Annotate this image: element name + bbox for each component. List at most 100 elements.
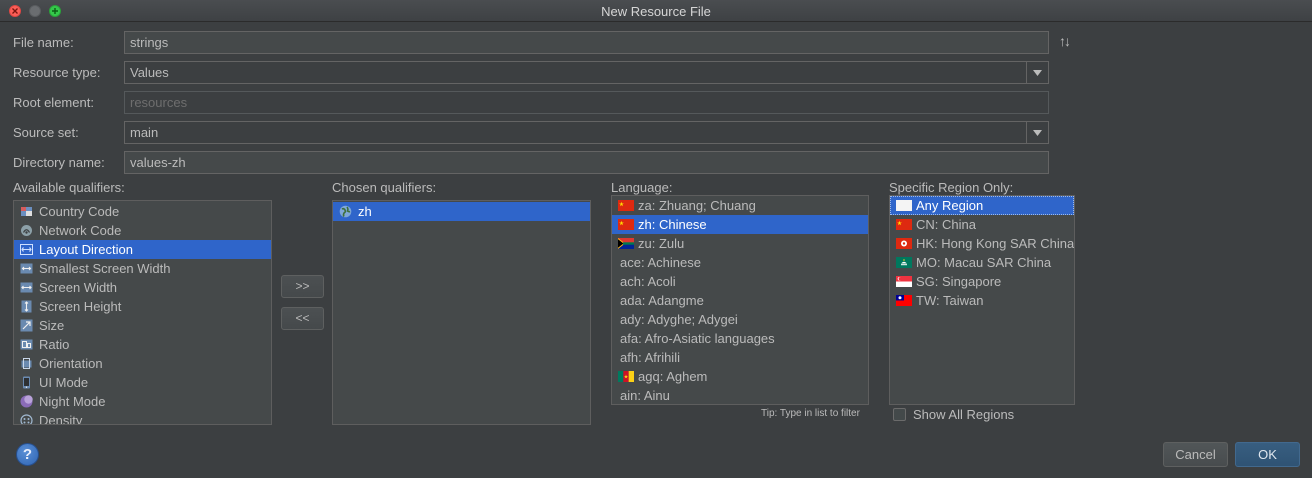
qualifier-item-ui-mode[interactable]: UI Mode: [14, 373, 271, 392]
list-item-label: agq: Aghem: [638, 369, 708, 384]
qualifier-item-layout-direction[interactable]: Layout Direction: [14, 240, 271, 259]
list-item-label: Screen Width: [39, 280, 118, 295]
language-item[interactable]: ain: Ainu: [612, 386, 868, 404]
screen-height-icon: [20, 300, 33, 313]
list-item-label: afa: Afro-Asiatic languages: [620, 331, 775, 346]
country-code-icon: [20, 205, 33, 218]
smallest-width-icon: [20, 262, 33, 275]
qualifier-item-network-code[interactable]: Network Code: [14, 221, 271, 240]
language-item[interactable]: zu: Zulu: [612, 234, 868, 253]
list-item-label: Layout Direction: [39, 242, 133, 257]
qualifier-item-country-code[interactable]: Country Code: [14, 202, 271, 221]
resource-type-value: Values: [130, 65, 169, 80]
list-item-label: Size: [39, 318, 65, 333]
list-item-label: UI Mode: [39, 375, 89, 390]
list-item-label: Density: [39, 413, 83, 425]
qualifier-item-night-mode[interactable]: Night Mode: [14, 392, 271, 411]
language-item[interactable]: za: Zhuang; Chuang: [612, 196, 868, 215]
qualifier-item-ratio[interactable]: Ratio: [14, 335, 271, 354]
ok-button[interactable]: OK: [1235, 442, 1300, 467]
chevron-down-icon[interactable]: [1026, 62, 1048, 83]
qualifier-item-screen-width[interactable]: Screen Width: [14, 278, 271, 297]
region-item[interactable]: Any Region: [890, 196, 1074, 215]
list-item-label: zh: [358, 204, 372, 219]
region-item[interactable]: MO: Macau SAR China: [890, 253, 1074, 272]
macau-flag-icon: [896, 257, 912, 268]
list-item-label: Screen Height: [39, 299, 122, 314]
size-icon: [20, 319, 33, 332]
globe-icon: [339, 205, 352, 218]
file-name-input[interactable]: strings: [124, 31, 1049, 54]
directory-name-label: Directory name:: [13, 155, 105, 170]
list-item-label: HK: Hong Kong SAR China: [916, 236, 1075, 251]
source-set-select[interactable]: main: [124, 121, 1049, 144]
list-item-label: ada: Adangme: [620, 293, 704, 308]
list-item-label: Ratio: [39, 337, 70, 352]
chevron-down-icon[interactable]: [1026, 122, 1048, 143]
density-icon: [20, 414, 33, 424]
show-all-regions-option[interactable]: Show All Regions: [893, 407, 1014, 422]
region-list[interactable]: Any Region CN: China HK: Hong Kong SAR C…: [889, 195, 1075, 405]
directory-name-input[interactable]: values-zh: [124, 151, 1049, 174]
source-set-label: Source set:: [13, 125, 79, 140]
qualifier-item-size[interactable]: Size: [14, 316, 271, 335]
list-item-label: Country Code: [39, 204, 120, 219]
hong-kong-flag-icon: [896, 238, 912, 249]
qualifier-item-screen-height[interactable]: Screen Height: [14, 297, 271, 316]
region-item[interactable]: HK: Hong Kong SAR China: [890, 234, 1074, 253]
file-name-label: File name:: [13, 35, 74, 50]
chosen-item-zh[interactable]: zh: [333, 202, 590, 221]
sort-arrows-icon[interactable]: ↑↓: [1059, 33, 1071, 49]
resource-type-select[interactable]: Values: [124, 61, 1049, 84]
language-item[interactable]: afh: Afrihili: [612, 348, 868, 367]
language-item[interactable]: zh: Chinese: [612, 215, 868, 234]
list-item-label: Smallest Screen Width: [39, 261, 171, 276]
list-item-label: ady: Adyghe; Adygei: [620, 312, 738, 327]
china-flag-icon: [618, 200, 634, 211]
singapore-flag-icon: [896, 276, 912, 287]
language-item[interactable]: ace: Achinese: [612, 253, 868, 272]
language-label: Language:: [611, 180, 673, 195]
help-button[interactable]: ?: [16, 443, 39, 466]
title-bar: New Resource File: [0, 0, 1312, 22]
root-element-input: resources: [124, 91, 1049, 114]
cancel-button[interactable]: Cancel: [1163, 442, 1228, 467]
orientation-icon: [20, 357, 33, 370]
language-item[interactable]: ady: Adyghe; Adygei: [612, 310, 868, 329]
list-item-label: zh: Chinese: [638, 217, 707, 232]
qualifier-item-orientation[interactable]: Orientation: [14, 354, 271, 373]
region-item[interactable]: CN: China: [890, 215, 1074, 234]
night-mode-icon: [20, 395, 33, 408]
list-item-label: Network Code: [39, 223, 122, 238]
layout-direction-icon: [20, 243, 33, 256]
china-flag-icon: [618, 219, 634, 230]
ui-mode-icon: [20, 376, 33, 389]
remove-qualifier-button[interactable]: <<: [281, 307, 324, 330]
list-item-label: ain: Ainu: [620, 388, 670, 403]
list-item-label: ach: Acoli: [620, 274, 676, 289]
list-item-label: zu: Zulu: [638, 236, 685, 251]
language-list[interactable]: za: Zhuang; Chuang zh: Chinese zu: Zulu …: [611, 195, 869, 405]
chosen-qualifiers-list[interactable]: zh: [332, 200, 591, 425]
taiwan-flag-icon: [896, 295, 912, 306]
region-item[interactable]: TW: Taiwan: [890, 291, 1074, 310]
region-label: Specific Region Only:: [889, 180, 1014, 195]
qualifier-item-smallest-screen-width[interactable]: Smallest Screen Width: [14, 259, 271, 278]
list-item-label: Any Region: [916, 198, 984, 213]
language-item[interactable]: ada: Adangme: [612, 291, 868, 310]
language-item[interactable]: agq: Aghem: [612, 367, 868, 386]
language-item[interactable]: ach: Acoli: [612, 272, 868, 291]
root-element-label: Root element:: [13, 95, 94, 110]
available-qualifiers-list[interactable]: Country Code Network Code Layout Directi…: [13, 200, 272, 425]
language-item[interactable]: afa: Afro-Asiatic languages: [612, 329, 868, 348]
network-code-icon: [20, 224, 33, 237]
china-flag-icon: [896, 219, 912, 230]
qualifier-item-density[interactable]: Density: [14, 411, 271, 425]
show-all-regions-checkbox[interactable]: [893, 408, 906, 421]
list-item-label: MO: Macau SAR China: [916, 255, 1052, 270]
region-item[interactable]: SG: Singapore: [890, 272, 1074, 291]
filter-tip: Tip: Type in list to filter: [761, 408, 860, 419]
add-qualifier-button[interactable]: >>: [281, 275, 324, 298]
blank-flag-icon: [896, 200, 912, 211]
resource-type-label: Resource type:: [13, 65, 101, 80]
